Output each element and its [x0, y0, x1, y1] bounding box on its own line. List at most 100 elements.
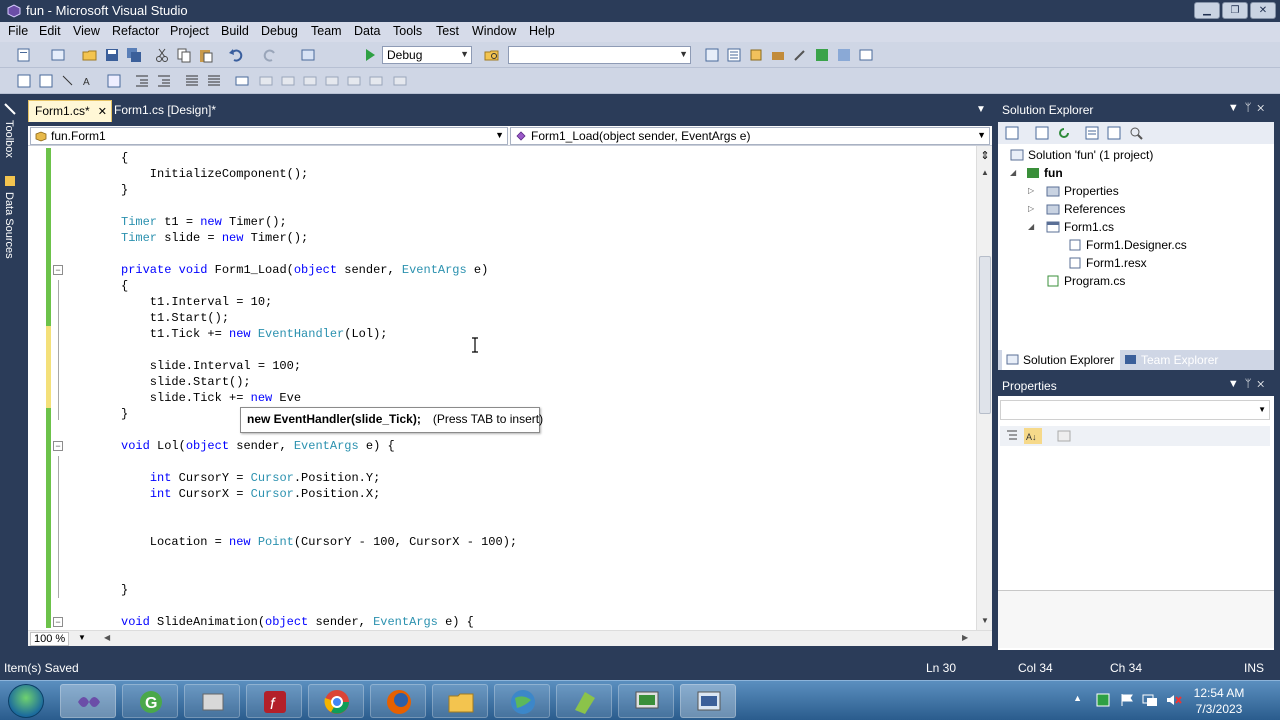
comment-lines-icon[interactable]: [184, 73, 200, 89]
volume-muted-icon[interactable]: [1166, 693, 1182, 707]
menu-refactor[interactable]: Refactor: [112, 24, 159, 38]
save-all-icon[interactable]: [126, 47, 142, 63]
taskbar-firefox[interactable]: [370, 684, 426, 718]
show-all-files-icon[interactable]: [1034, 125, 1050, 141]
tab-form1-cs[interactable]: Form1.cs* ✕: [28, 100, 112, 122]
taskbar-chrome[interactable]: [308, 684, 364, 718]
previous-bookmark-in-folder-icon[interactable]: [302, 73, 318, 89]
menu-tools[interactable]: Tools: [393, 24, 422, 38]
collapsed-arrow-icon[interactable]: ▷: [1028, 204, 1034, 213]
clock[interactable]: 12:54 AM 7/3/2023: [1184, 685, 1254, 717]
scroll-left-icon[interactable]: ◀: [104, 633, 110, 642]
find-in-files-icon[interactable]: [484, 47, 500, 63]
zoom-combo[interactable]: 100 %: [30, 632, 70, 646]
window-position-icon[interactable]: ▼: [1228, 378, 1245, 390]
toolbox-icon[interactable]: [770, 47, 786, 63]
next-bookmark-icon[interactable]: [280, 73, 296, 89]
view-code-icon[interactable]: [1084, 125, 1100, 141]
open-file-icon[interactable]: [82, 47, 98, 63]
menu-help[interactable]: Help: [529, 24, 555, 38]
member-dropdown[interactable]: Form1_Load(object sender, EventArgs e) ▼: [510, 127, 990, 145]
clear-bookmarks-icon[interactable]: [392, 73, 408, 89]
tab-form1-design[interactable]: Form1.cs [Design]*: [108, 100, 238, 122]
next-bookmark-in-folder-icon[interactable]: [324, 73, 340, 89]
solution-configuration-combo[interactable]: Debug ▼: [382, 46, 472, 64]
data-sources-tab[interactable]: Data Sources: [3, 192, 15, 259]
new-project-icon[interactable]: [16, 47, 32, 63]
flag-icon[interactable]: [1120, 693, 1134, 707]
menu-project[interactable]: Project: [170, 24, 209, 38]
close-window-button[interactable]: ✕: [1250, 2, 1276, 19]
refresh-icon[interactable]: [1056, 125, 1072, 141]
editor-vertical-scrollbar[interactable]: ⇕ ▲ ▼: [976, 146, 992, 630]
show-hidden-icons-icon[interactable]: ▲: [1073, 693, 1082, 703]
network-icon[interactable]: [1142, 693, 1158, 707]
object-selector-combo[interactable]: ▼: [1000, 400, 1270, 420]
complete-word-icon[interactable]: A: [82, 73, 98, 89]
intellisense-tooltip[interactable]: new EventHandler(slide_Tick); (Press TAB …: [240, 407, 543, 433]
scroll-right-icon[interactable]: ▶: [962, 633, 968, 642]
class-diagram-icon[interactable]: [1128, 125, 1144, 141]
bookmark-icon[interactable]: [234, 73, 250, 89]
tree-program-cs[interactable]: Program.cs: [1046, 273, 1125, 289]
tree-properties[interactable]: Properties: [1046, 183, 1119, 199]
start-debugging-icon[interactable]: [362, 47, 378, 63]
tray-app-icon[interactable]: [1096, 693, 1110, 707]
tree-solution[interactable]: Solution 'fun' (1 project): [1010, 147, 1153, 163]
tree-form1-cs[interactable]: Form1.cs: [1046, 219, 1114, 235]
alphabetical-icon[interactable]: A↓: [1024, 428, 1042, 444]
find-combo[interactable]: ▼: [508, 46, 691, 64]
navigate-icon[interactable]: [300, 47, 316, 63]
tree-project-fun[interactable]: fun: [1026, 165, 1063, 181]
menu-view[interactable]: View: [73, 24, 100, 38]
close-tab-icon[interactable]: ✕: [98, 106, 107, 118]
expand-arrow-icon[interactable]: ◢: [1028, 222, 1034, 231]
menu-file[interactable]: File: [8, 24, 28, 38]
property-pages-icon[interactable]: [1056, 428, 1072, 444]
object-browser-icon[interactable]: [748, 47, 764, 63]
properties-window-icon[interactable]: [726, 47, 742, 63]
previous-bookmark-icon[interactable]: [258, 73, 274, 89]
properties-icon[interactable]: [1004, 125, 1020, 141]
copy-icon[interactable]: [176, 47, 192, 63]
expand-arrow-icon[interactable]: ◢: [1010, 168, 1016, 177]
categorized-icon[interactable]: [1004, 428, 1020, 444]
close-panel-icon[interactable]: ✕: [1257, 102, 1270, 114]
menu-window[interactable]: Window: [472, 24, 516, 38]
quick-info-icon[interactable]: [60, 73, 76, 89]
add-item-icon[interactable]: [50, 47, 66, 63]
menu-team[interactable]: Team: [311, 24, 342, 38]
member-list-icon[interactable]: [16, 73, 32, 89]
extension-manager-icon[interactable]: [836, 47, 852, 63]
tree-form1-resx[interactable]: Form1.resx: [1068, 255, 1147, 271]
tools-icon[interactable]: [792, 47, 808, 63]
paste-icon[interactable]: [198, 47, 214, 63]
minimize-button[interactable]: ▁: [1194, 2, 1220, 19]
taskbar-app-g[interactable]: G: [122, 684, 178, 718]
menu-build[interactable]: Build: [221, 24, 249, 38]
display-word-completion-icon[interactable]: [106, 73, 122, 89]
type-dropdown[interactable]: fun.Form1 ▼: [30, 127, 508, 145]
tab-overflow-icon[interactable]: ▼: [976, 104, 986, 115]
tab-team-explorer[interactable]: Team Explorer: [1120, 350, 1232, 370]
parameter-info-icon[interactable]: [38, 73, 54, 89]
view-designer-icon[interactable]: [1106, 125, 1122, 141]
restore-button[interactable]: ❐: [1222, 2, 1248, 19]
increase-indent-icon[interactable]: [156, 73, 172, 89]
tree-form1-designer[interactable]: Form1.Designer.cs: [1068, 237, 1187, 253]
menu-test[interactable]: Test: [436, 24, 459, 38]
pin-icon[interactable]: ᛘ: [1245, 378, 1258, 390]
start-button[interactable]: [8, 684, 44, 718]
redo-icon[interactable]: [262, 47, 278, 63]
split-handle-icon[interactable]: ⇕: [979, 149, 991, 163]
scroll-down-icon[interactable]: ▼: [981, 616, 989, 625]
tab-solution-explorer[interactable]: Solution Explorer: [1002, 350, 1120, 370]
pin-icon[interactable]: ᛘ: [1245, 102, 1258, 114]
decrease-indent-icon[interactable]: [134, 73, 150, 89]
editor-horizontal-scrollbar[interactable]: 100 % ▼ ◀ ▶: [28, 630, 992, 646]
next-bookmark-in-document-icon[interactable]: [368, 73, 384, 89]
taskbar-app-green[interactable]: [556, 684, 612, 718]
uncomment-lines-icon[interactable]: [206, 73, 222, 89]
close-panel-icon[interactable]: ✕: [1257, 378, 1270, 390]
menu-debug[interactable]: Debug: [261, 24, 298, 38]
